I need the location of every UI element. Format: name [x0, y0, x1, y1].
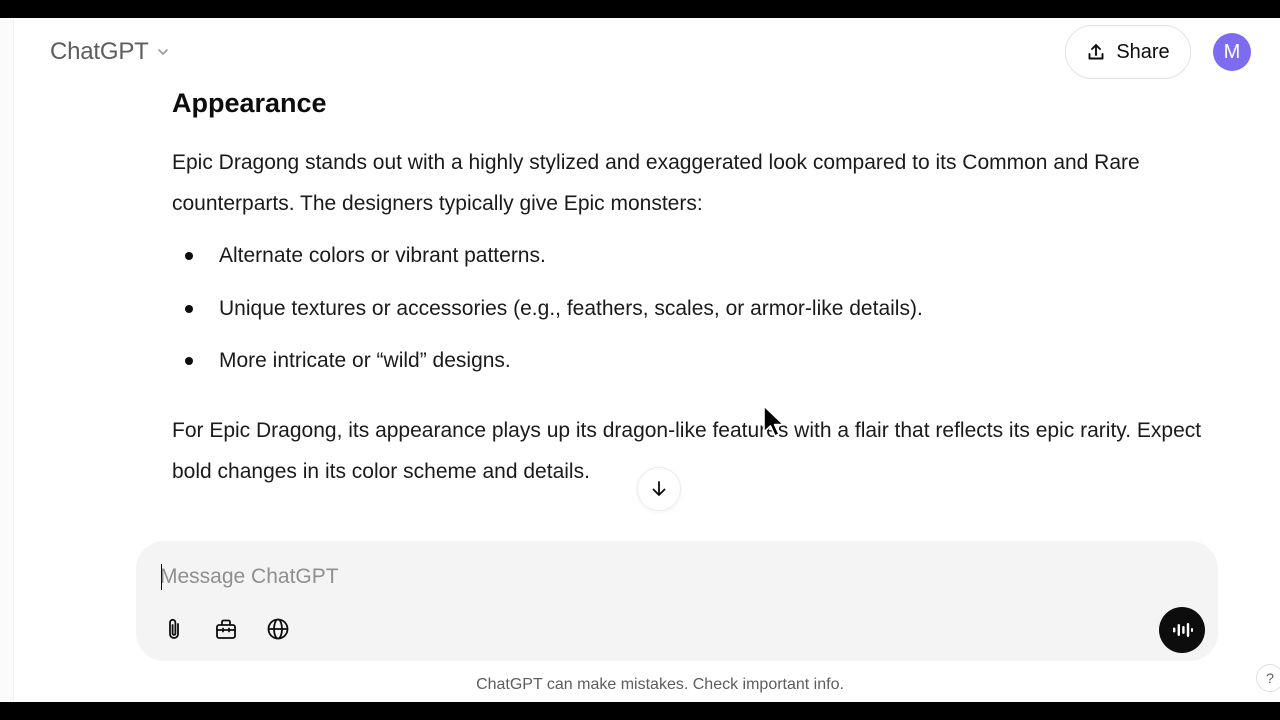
- list-item: More intricate or “wild” designs.: [172, 340, 1202, 393]
- attach-button[interactable]: [160, 615, 188, 643]
- voice-mode-icon: [1173, 623, 1193, 637]
- message-composer: [136, 541, 1218, 661]
- avatar[interactable]: M: [1213, 33, 1251, 71]
- chevron-down-icon: [157, 49, 168, 55]
- scroll-to-bottom-button[interactable]: [637, 467, 681, 511]
- list-item: Unique textures or accessories (e.g., fe…: [172, 288, 1202, 341]
- message-paragraph: For Epic Dragong, its appearance plays u…: [172, 419, 1202, 483]
- sidebar-edge: [0, 18, 14, 702]
- top-bar: ChatGPT Share M: [14, 18, 1280, 86]
- paperclip-icon: [169, 618, 179, 639]
- search-web-button[interactable]: [264, 615, 292, 643]
- list-item: Alternate colors or vibrant patterns.: [172, 235, 1202, 288]
- model-selector[interactable]: ChatGPT: [50, 38, 169, 66]
- arrow-down-icon: [652, 481, 666, 496]
- chat-window: ChatGPT Share M Appearance Epic Dragong …: [0, 18, 1280, 702]
- bullet-dot: [185, 357, 193, 365]
- list-item-text: More intricate or “wild” designs.: [219, 349, 511, 372]
- text-caret: [161, 564, 162, 590]
- list-item-text: Unique textures or accessories (e.g., fe…: [219, 296, 923, 320]
- share-label: Share: [1116, 40, 1170, 63]
- disclaimer-text: ChatGPT can make mistakes. Check importa…: [476, 676, 844, 693]
- bullet-dot: [185, 304, 193, 313]
- voice-mode-button[interactable]: [1159, 607, 1205, 653]
- bullet-list: Alternate colors or vibrant patterns. Un…: [172, 235, 1202, 393]
- share-upload-icon: [1088, 44, 1104, 60]
- globe-icon: [267, 618, 289, 640]
- assistant-message: Appearance Epic Dragong stands out with …: [172, 88, 1202, 483]
- mouse-pointer-icon: [763, 405, 785, 437]
- bullet-dot: [185, 252, 193, 260]
- message-input[interactable]: [160, 557, 1140, 597]
- list-item-text: Alternate colors or vibrant patterns.: [219, 244, 546, 267]
- tools-button[interactable]: [212, 615, 240, 643]
- share-button[interactable]: Share: [1065, 25, 1191, 79]
- toolbox-icon: [216, 619, 236, 639]
- help-button[interactable]: ?: [1256, 664, 1280, 692]
- model-name: ChatGPT: [50, 38, 149, 65]
- message-paragraph: Epic Dragong stands out with a highly st…: [172, 151, 1140, 215]
- section-heading: Appearance: [172, 88, 327, 118]
